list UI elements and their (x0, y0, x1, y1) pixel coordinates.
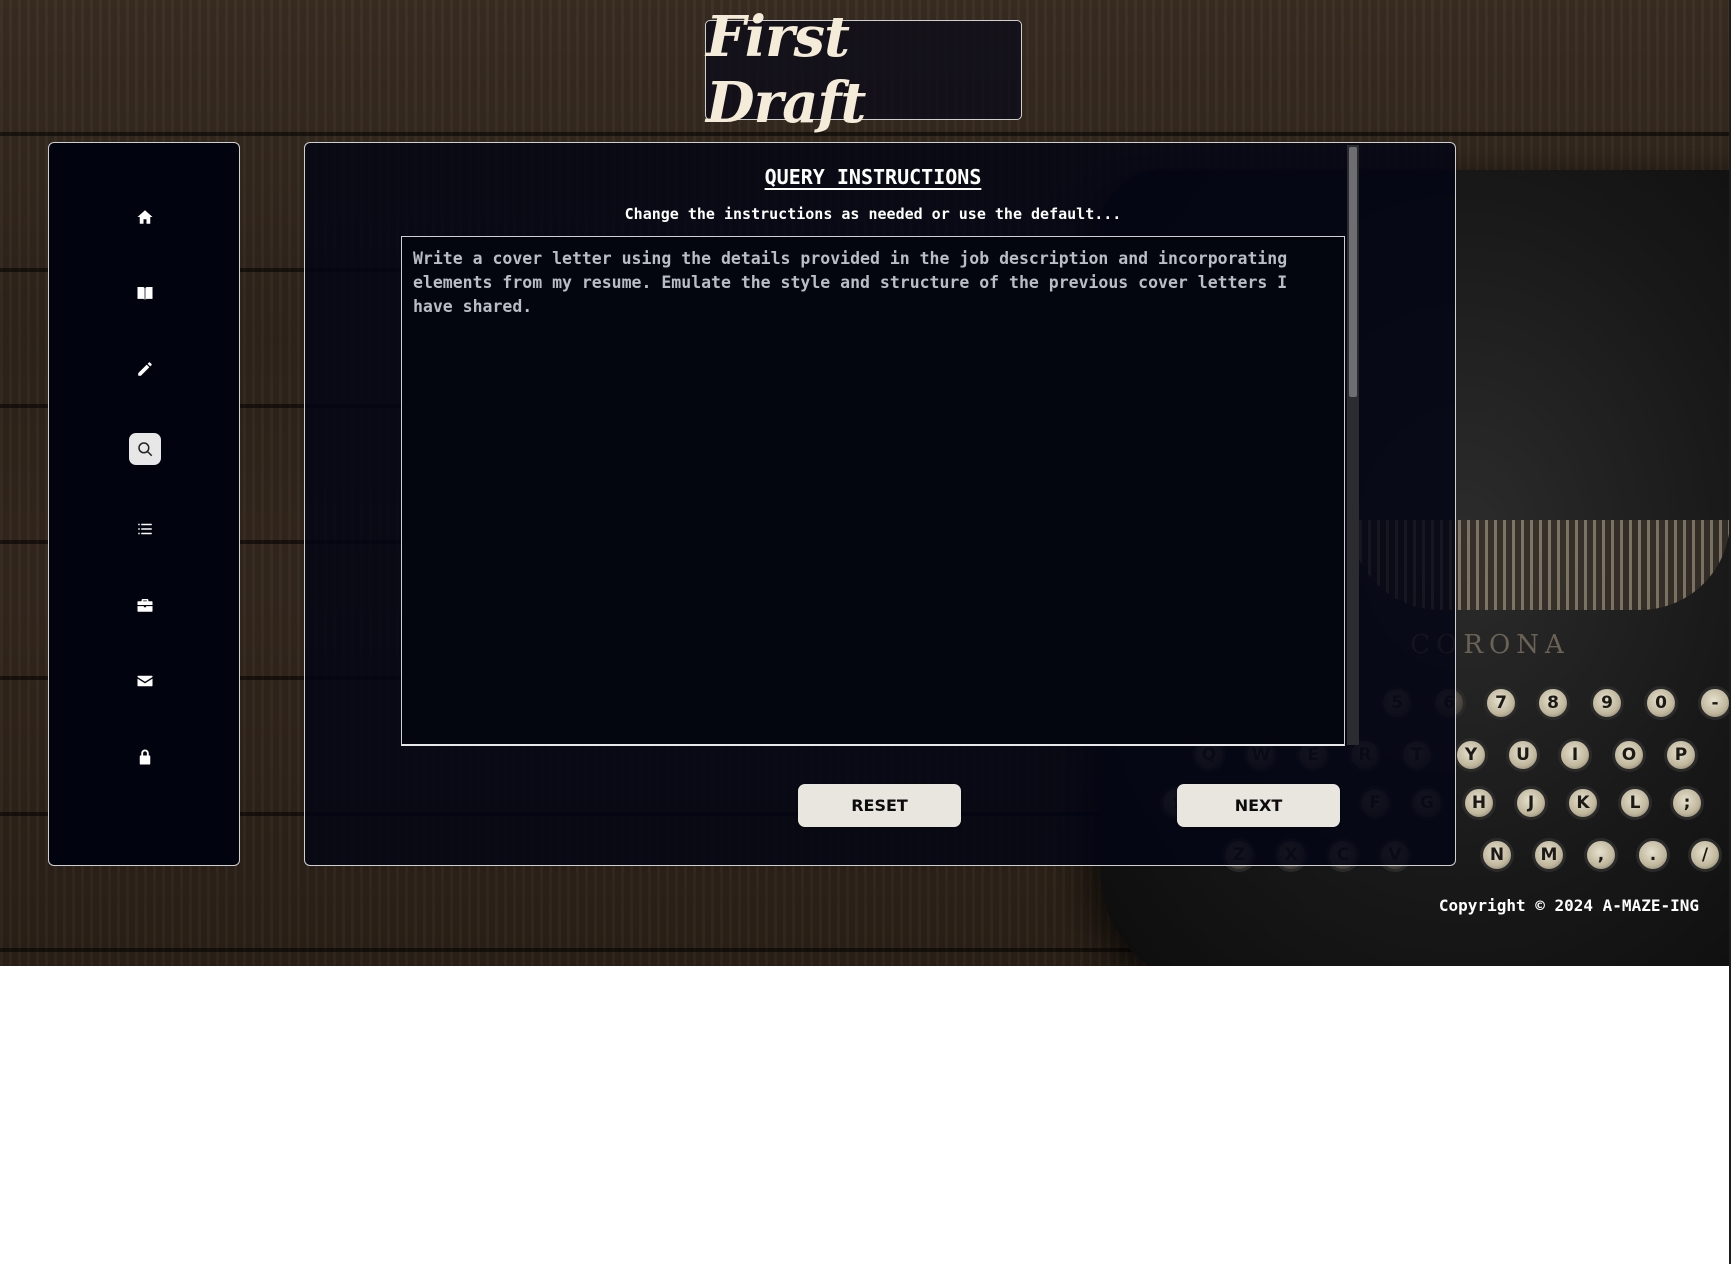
typewriter-key: M (1532, 838, 1566, 872)
typewriter-key: U (1506, 738, 1540, 772)
typewriter-key: 8 (1536, 686, 1570, 720)
typewriter-key: , (1584, 838, 1618, 872)
sidebar-nav (48, 142, 240, 866)
typewriter-key: . (1636, 838, 1670, 872)
typewriter-key: 0 (1644, 686, 1678, 720)
book-icon (137, 287, 153, 300)
envelope-icon (137, 675, 153, 687)
query-instructions-panel: QUERY INSTRUCTIONS Change the instructio… (304, 142, 1456, 866)
app-title-box: First Draft (705, 4, 1022, 136)
sidebar-item-list[interactable] (129, 513, 161, 545)
next-button[interactable]: NEXT (1177, 784, 1340, 827)
typewriter-key: I (1558, 738, 1592, 772)
panel-scrollbar[interactable] (1347, 145, 1359, 745)
sidebar-item-search[interactable] (129, 433, 161, 465)
page-title: QUERY INSTRUCTIONS (764, 165, 982, 189)
sidebar-item-lock[interactable] (129, 741, 161, 773)
sidebar-item-mail[interactable] (129, 665, 161, 697)
sidebar-item-edit[interactable] (129, 353, 161, 385)
typewriter-key: - (1698, 686, 1729, 720)
app-title: First Draft (706, 4, 866, 136)
reset-button[interactable]: RESET (798, 784, 961, 827)
typewriter-key: L (1618, 786, 1652, 820)
scrollbar-thumb[interactable] (1349, 147, 1357, 397)
search-icon (138, 442, 153, 457)
list-icon (138, 523, 152, 535)
briefcase-icon (137, 599, 153, 612)
typewriter-key: ; (1670, 786, 1704, 820)
lock-icon (139, 749, 151, 765)
typewriter-key: J (1514, 786, 1548, 820)
footer-copyright: Copyright © 2024 A-MAZE-ING (1438, 896, 1699, 915)
page-subtitle: Change the instructions as needed or use… (624, 205, 1122, 223)
home-icon (137, 210, 153, 224)
sidebar-item-briefcase[interactable] (129, 589, 161, 621)
typewriter-key: O (1612, 738, 1646, 772)
typewriter-key: H (1462, 786, 1496, 820)
instructions-textarea[interactable]: Write a cover letter using the details p… (401, 236, 1345, 746)
typewriter-key: 7 (1484, 686, 1518, 720)
typewriter-key: N (1480, 838, 1514, 872)
typewriter-key: / (1688, 838, 1722, 872)
typewriter-key: P (1664, 738, 1698, 772)
typewriter-key: Y (1454, 738, 1488, 772)
typewriter-key: 9 (1590, 686, 1624, 720)
pencil-icon (138, 362, 152, 376)
typewriter-key: K (1566, 786, 1600, 820)
sidebar-item-home[interactable] (129, 201, 161, 233)
sidebar-item-book[interactable] (129, 277, 161, 309)
